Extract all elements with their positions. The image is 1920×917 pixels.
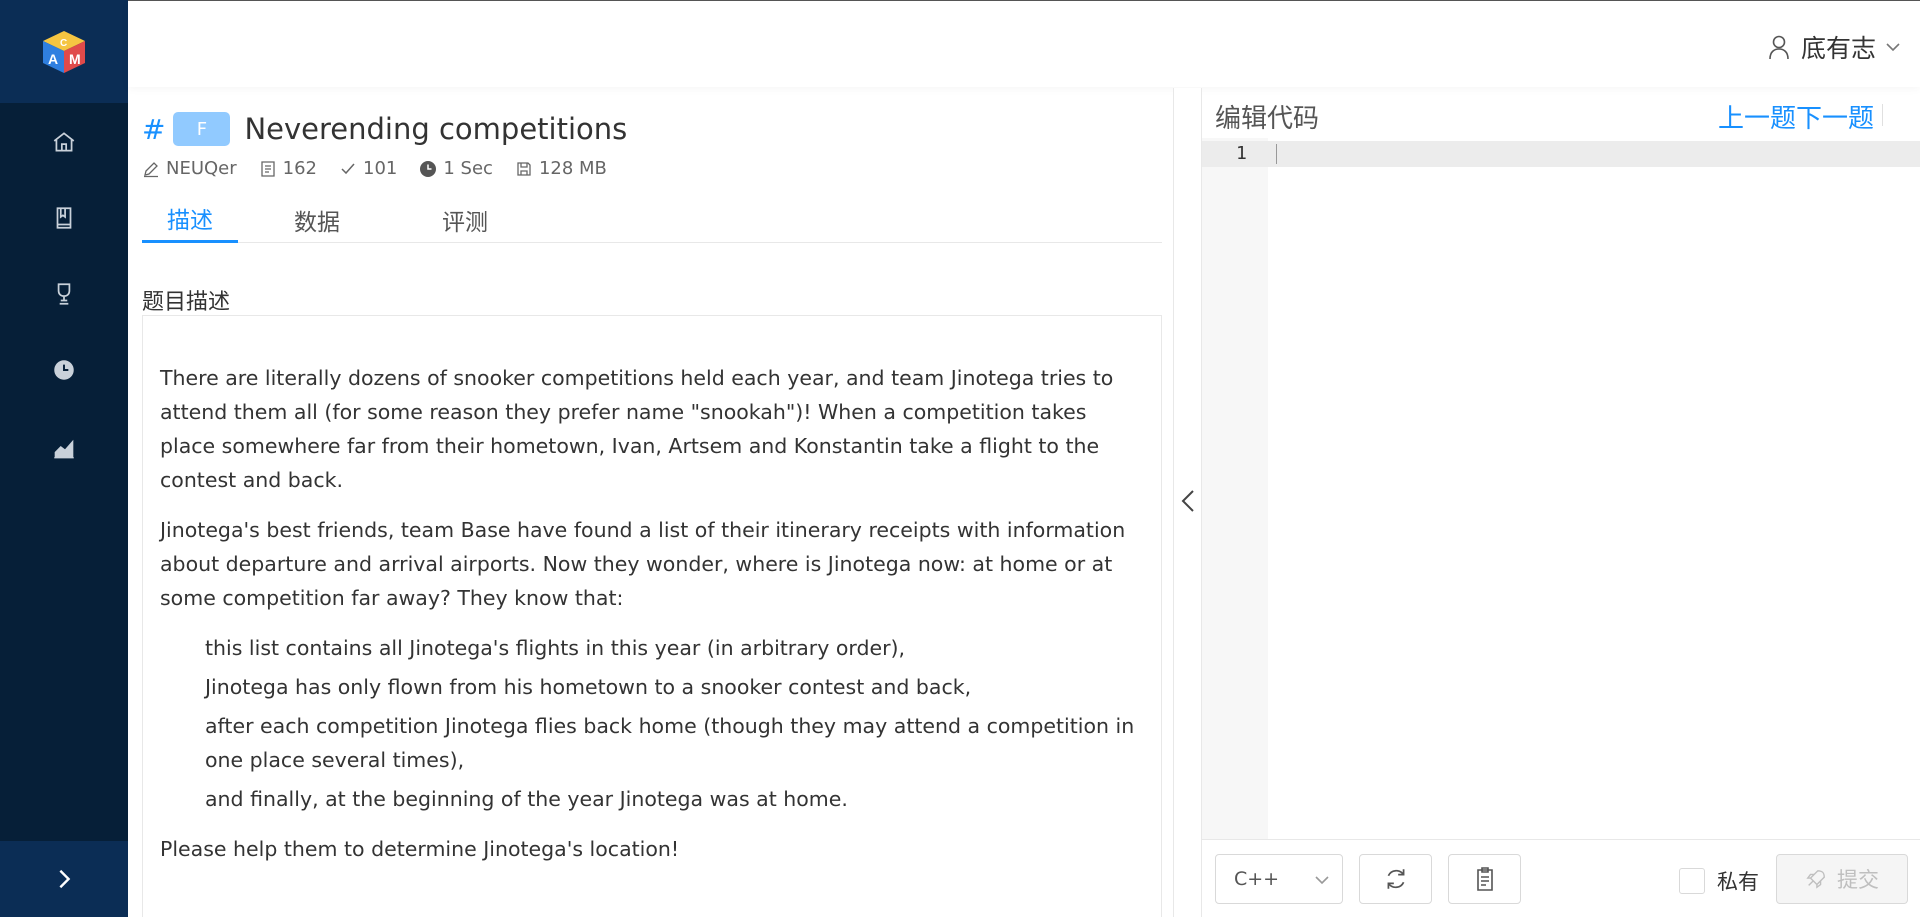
line-gutter (1202, 138, 1268, 839)
chevron-down-icon (1886, 43, 1900, 52)
list-item: after each competition Jinotega flies ba… (205, 714, 1135, 772)
editor-header: 编辑代码 上一题 下一题 (1202, 88, 1920, 138)
meta-author: NEUQer (142, 158, 237, 179)
divider (1882, 104, 1883, 126)
copy-code-button[interactable] (1448, 854, 1521, 904)
description-paragraph: Jinotega's best friends, team Base have … (160, 518, 1126, 610)
clock-icon (420, 160, 437, 177)
tab-judge[interactable]: 评测 (420, 196, 510, 243)
svg-text:C: C (60, 38, 67, 49)
save-disk-icon (517, 161, 531, 176)
user-name: 底有志 (1800, 34, 1876, 63)
tab-description[interactable]: 描述 (142, 196, 238, 243)
meta-time-limit: 1 Sec (419, 158, 493, 179)
clipboard-icon (1476, 867, 1493, 891)
reset-code-button[interactable] (1359, 854, 1432, 904)
pencil-icon (144, 161, 158, 177)
rocket-icon (1806, 870, 1825, 889)
time-limit: 1 Sec (443, 158, 493, 179)
check-icon (341, 163, 355, 174)
sidebar-item-problems[interactable] (0, 188, 128, 248)
user-icon (1769, 35, 1789, 60)
hash-mark: # (142, 112, 166, 146)
editor-panel: 编辑代码 上一题 下一题 1 C++ 私有 提交 (1202, 88, 1920, 917)
text-cursor (1276, 144, 1277, 164)
author-name: NEUQer (166, 158, 237, 179)
list-item: Jinotega has only flown from his hometow… (205, 675, 972, 699)
sidebar: A M C (0, 0, 128, 917)
next-problem-link[interactable]: 下一题 (1796, 98, 1874, 135)
line-number: 1 (1236, 143, 1247, 164)
chart-icon (54, 439, 74, 459)
description-box: There are literally dozens of snooker co… (142, 315, 1162, 917)
svg-text:A: A (48, 51, 58, 67)
user-menu[interactable]: 底有志 (1767, 29, 1900, 65)
editor-title: 编辑代码 (1215, 104, 1320, 134)
app-root: A M C 底有志 # F Neverending competitions N… (0, 0, 1920, 917)
description-paragraph: There are literally dozens of snooker co… (160, 366, 1114, 492)
problem-navigation: 上一题 下一题 (1718, 98, 1874, 135)
problem-panel: # F Neverending competitions NEUQer 162 … (128, 88, 1173, 917)
refresh-icon (1387, 869, 1404, 889)
editor-footer: C++ 私有 提交 (1202, 839, 1920, 917)
code-editor[interactable]: 1 (1202, 138, 1920, 839)
sidebar-item-ranking[interactable] (0, 418, 128, 478)
trophy-icon (57, 283, 71, 305)
meta-accepted: 101 (339, 158, 397, 179)
acm-cube-logo-icon: A M C (43, 30, 85, 73)
sidebar-item-home[interactable] (0, 112, 128, 172)
home-icon (53, 132, 75, 152)
language-value: C++ (1234, 868, 1280, 890)
document-icon (261, 160, 275, 177)
problem-title-row: # F Neverending competitions (142, 112, 627, 146)
sidebar-expand-button[interactable] (0, 841, 128, 917)
sidebar-item-contests[interactable] (0, 264, 128, 324)
accepted-count: 101 (363, 158, 398, 179)
private-toggle[interactable]: 私有 (1679, 866, 1759, 896)
chevron-left-icon (1181, 490, 1194, 512)
description-list: this list contains all Jinotega's flight… (160, 631, 1144, 816)
submit-label: 提交 (1837, 868, 1879, 892)
private-label: 私有 (1717, 870, 1759, 894)
meta-submissions: 162 (259, 158, 317, 179)
list-item: and finally, at the beginning of the yea… (205, 787, 848, 811)
panel-splitter[interactable] (1173, 88, 1202, 917)
prev-problem-link[interactable]: 上一题 (1718, 98, 1796, 135)
description-paragraph: Please help them to determine Jinotega's… (160, 837, 680, 861)
active-line-highlight (1202, 141, 1920, 167)
book-icon (56, 207, 72, 229)
chevron-right-icon (59, 869, 71, 889)
svg-text:M: M (69, 51, 81, 67)
sidebar-item-status[interactable] (0, 340, 128, 400)
clock-icon (54, 360, 74, 380)
problem-title: Neverending competitions (244, 112, 628, 146)
problem-tag: F (173, 112, 231, 146)
tab-data[interactable]: 数据 (272, 196, 362, 243)
submission-count: 162 (282, 158, 318, 179)
collapse-panel-button[interactable] (1180, 488, 1196, 518)
list-item: this list contains all Jinotega's flight… (205, 636, 906, 660)
problem-tabs: 描述 数据 评测 (142, 196, 1162, 243)
meta-memory-limit: 128 MB (515, 158, 607, 179)
top-header: 底有志 (128, 0, 1920, 87)
chevron-down-icon (1315, 876, 1329, 885)
submit-button[interactable]: 提交 (1776, 854, 1908, 904)
memory-limit: 128 MB (538, 158, 607, 179)
language-select[interactable]: C++ (1215, 854, 1343, 904)
problem-meta: NEUQer 162 101 1 Sec 128 MB (142, 158, 607, 179)
private-checkbox[interactable] (1679, 868, 1705, 894)
logo[interactable]: A M C (0, 0, 128, 103)
section-title: 题目描述 (142, 290, 231, 315)
